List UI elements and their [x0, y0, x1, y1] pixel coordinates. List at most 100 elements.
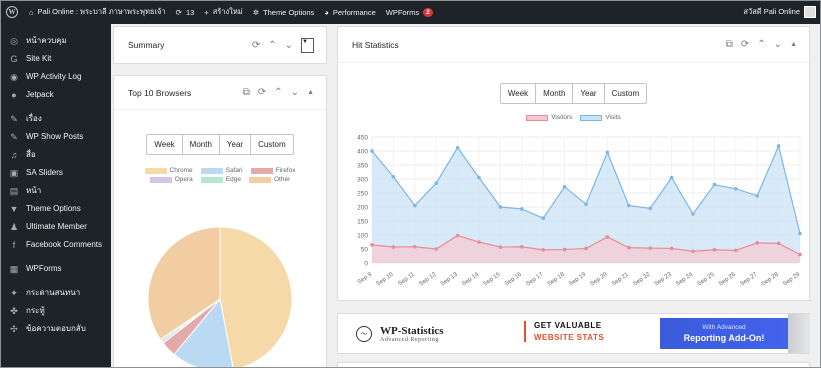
plus-icon: + [204, 7, 209, 17]
data-point-visits [498, 205, 503, 209]
wp-statistics-banner[interactable]: 〜 WP-Statistics Advanced Reporting GET V… [337, 313, 810, 354]
pin-icon: ✎ [10, 132, 18, 142]
media-icon: ♫ [10, 150, 18, 160]
tab-custom[interactable]: Custom [605, 84, 647, 103]
data-point-visitors [370, 243, 374, 247]
data-point-visits [691, 212, 695, 216]
y-tick-label: 450 [357, 135, 368, 142]
y-tick-label: 300 [357, 177, 368, 184]
activity-log-icon: ◉ [10, 72, 18, 82]
sidebar-item-4[interactable]: ● Jetpack [0, 86, 111, 104]
updates-link[interactable]: ⟳ 13 [171, 0, 200, 24]
y-tick-label: 0 [364, 261, 368, 268]
wp-statistics-logo-icon: 〜 [356, 325, 372, 342]
sidebar-item-9[interactable]: ▤ หน้า [0, 182, 111, 200]
legend-item[interactable]: Other [249, 176, 290, 183]
data-point-visits [734, 187, 738, 191]
chevron-up-icon[interactable]: ⌃ [274, 87, 282, 98]
sidebar-item-label: Theme Options [26, 204, 81, 213]
wpforms-link[interactable]: WPForms 2 [381, 0, 438, 24]
page-icon: ▤ [9, 186, 19, 196]
banner-cta-button[interactable]: With Advanced Reporting Add-On! [660, 318, 788, 349]
x-tick-label: Sep 23 [654, 271, 674, 287]
legend-item[interactable]: Firefox [250, 167, 295, 174]
tab-month[interactable]: Month [536, 84, 574, 103]
collapse-arrow-icon[interactable]: ▲ [790, 41, 797, 48]
data-point-visits [605, 150, 610, 155]
sidebar-item-6[interactable]: ✎ WP Show Posts [0, 128, 111, 146]
y-tick-label: 350 [357, 163, 368, 170]
wordpress-logo-icon[interactable]: W [0, 0, 24, 24]
data-point-visits [648, 206, 652, 211]
sidebar-item-5[interactable]: ✎ เรื่อง [0, 110, 111, 128]
data-point-visits [669, 175, 674, 180]
sidebar-item-label: WP Activity Log [26, 72, 82, 81]
chevron-down-icon[interactable]: ⌄ [291, 87, 299, 98]
external-link-icon[interactable]: ⧉ [243, 87, 250, 98]
x-tick-label: Sep 16 [504, 271, 524, 287]
legend-item[interactable]: Safari [200, 167, 243, 174]
new-content-link[interactable]: + สร้างใหม่ [199, 0, 247, 24]
x-tick-label: Sep 28 [761, 271, 781, 287]
legend-item[interactable]: Edge [200, 176, 241, 183]
sidebar-item-label: กระทู้ [26, 306, 45, 315]
chevron-up-icon[interactable]: ⌃ [268, 40, 276, 51]
data-point-visitors [562, 247, 567, 252]
tab-week[interactable]: Week [501, 84, 537, 103]
sidebar-item-16[interactable]: ✣ ข้อความตอบกลับ [0, 320, 111, 338]
data-point-visitors [434, 247, 438, 251]
toggle-panel-button[interactable]: ▼ [301, 37, 314, 53]
summary-panel: Summary ⟳ ⌃ ⌄ ▼ [113, 26, 327, 64]
chevron-down-icon[interactable]: ⌄ [774, 39, 782, 50]
sidebar-item-10[interactable]: ▼ Theme Options [0, 200, 111, 218]
sidebar-item-11[interactable]: ♟ Ultimate Member [0, 218, 111, 236]
x-tick-label: Sep 14 [461, 271, 481, 287]
x-tick-label: Sep 19 [568, 271, 588, 287]
legend-item[interactable]: Visitors [526, 114, 572, 121]
chevron-down-icon[interactable]: ⌄ [285, 40, 293, 51]
legend-item[interactable]: Visits [580, 114, 621, 121]
legend-swatch [200, 176, 223, 183]
external-link-icon[interactable]: ⧉ [726, 39, 733, 50]
google-g-icon: G [10, 54, 18, 64]
chevron-up-icon[interactable]: ⌃ [757, 39, 765, 50]
refresh-icon[interactable]: ⟳ [741, 39, 749, 50]
sidebar-item-label: Site Kit [26, 54, 52, 63]
tab-year[interactable]: Year [573, 84, 605, 103]
sidebar-item-8[interactable]: ▣ SA Sliders [0, 164, 111, 182]
sidebar-item-12[interactable]: f Facebook Comments [0, 236, 111, 254]
refresh-icon[interactable]: ⟳ [252, 40, 260, 51]
user-account-link[interactable]: สวัสดี Pali Online [738, 0, 821, 24]
tab-week[interactable]: Week [147, 135, 183, 154]
data-point-visits [391, 174, 396, 179]
refresh-icon[interactable]: ⟳ [258, 87, 266, 98]
sidebar-item-2[interactable]: G Site Kit [0, 50, 111, 68]
collapse-arrow-icon[interactable]: ▲ [307, 89, 314, 96]
sidebar-item-14[interactable]: ✦ กระดานสนทนา [0, 284, 111, 302]
sidebar-item-13[interactable]: ▦ WPForms [0, 260, 111, 278]
data-point-visits [477, 175, 481, 180]
sidebar-item-label: SA Sliders [26, 168, 63, 177]
data-point-visitors [648, 246, 652, 250]
data-point-visitors [520, 244, 524, 249]
data-point-visits [627, 203, 631, 208]
legend-item[interactable]: Opera [149, 176, 193, 183]
data-point-visits [798, 231, 802, 236]
sidebar-item-3[interactable]: ◉ WP Activity Log [0, 68, 111, 86]
y-tick-label: 100 [357, 233, 368, 240]
sidebar-item-1[interactable]: ◎ หน้าควบคุม [0, 32, 111, 50]
data-point-visitors [455, 233, 460, 238]
tab-custom[interactable]: Custom [251, 135, 293, 154]
sidebar-item-15[interactable]: ✤ กระทู้ [0, 302, 111, 320]
sidebar-item-7[interactable]: ♫ สื่อ [0, 146, 111, 164]
data-point-visitors [669, 246, 674, 251]
y-tick-label: 400 [357, 149, 368, 156]
performance-link[interactable]: ◕ Performance [319, 0, 380, 24]
legend-item[interactable]: Chrome [144, 167, 193, 174]
theme-options-link[interactable]: ✲ Theme Options [248, 0, 320, 24]
data-point-visitors [413, 244, 417, 249]
site-name-link[interactable]: ⌂ Pali Online : พระบาลี ภาษาพระพุทธเจ้า [24, 0, 171, 24]
tab-month[interactable]: Month [183, 135, 220, 154]
replies-icon: ✣ [10, 324, 18, 334]
tab-year[interactable]: Year [220, 135, 252, 154]
